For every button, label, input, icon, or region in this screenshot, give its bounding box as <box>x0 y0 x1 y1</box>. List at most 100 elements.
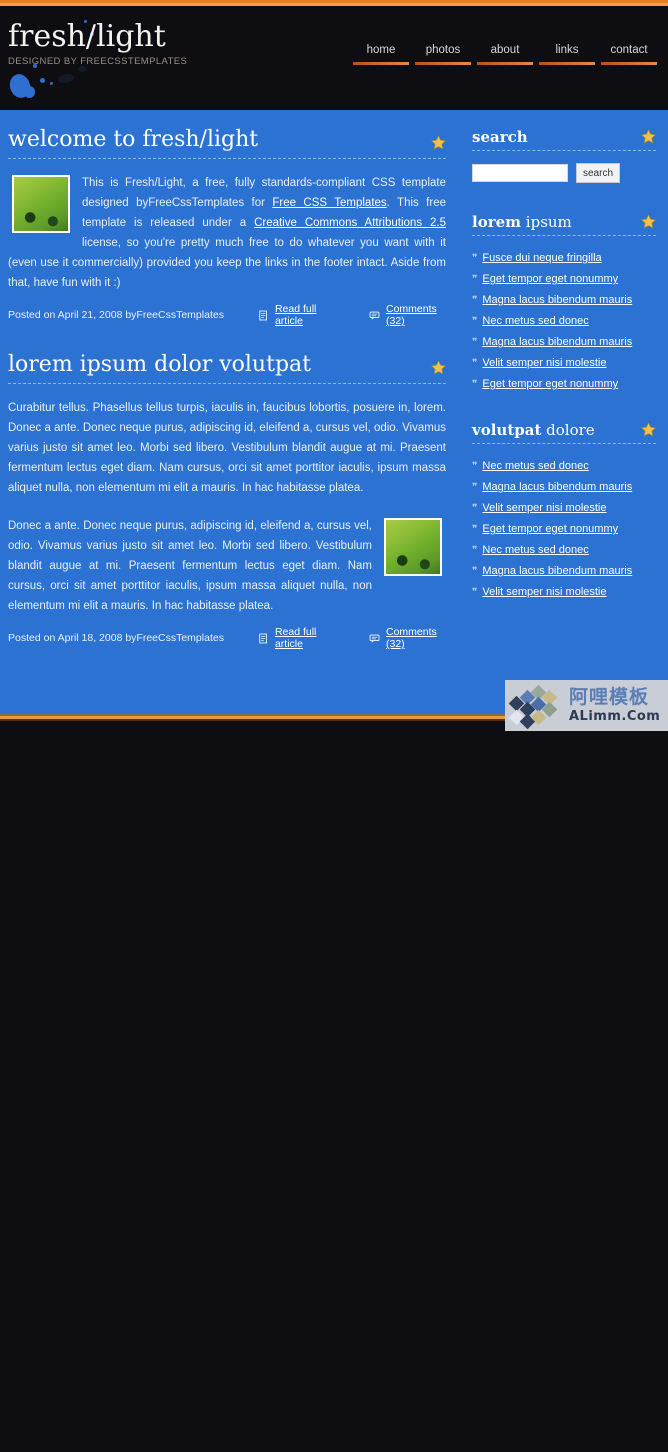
sidebar-list-lorem-ipsum: ❞ Fusce dui neque fringilla ❞ Eget tempor … <box>472 248 656 395</box>
nav-item-contact[interactable]: contact <box>598 44 660 65</box>
nav-label: about <box>490 44 520 56</box>
comment-bubble-icon <box>369 311 380 320</box>
post-title: lorem ipsum dolor volutpat <box>8 352 311 378</box>
list-item[interactable]: ❞ Fusce dui neque fringilla <box>472 248 656 269</box>
nav-item-links[interactable]: links <box>536 44 598 65</box>
bullet-icon: ❞ <box>472 274 477 285</box>
post-paragraph-1: Curabitur tellus. Phasellus tellus turpi… <box>8 402 446 495</box>
list-item[interactable]: ❞ Nec metus sed donec <box>472 540 656 561</box>
creative-commons-link[interactable]: Creative Commons Attributions 2.5 <box>254 217 446 229</box>
list-item-link[interactable]: Nec metus sed donec <box>482 456 588 476</box>
list-item-link[interactable]: Nec metus sed donec <box>482 311 588 331</box>
star-icon <box>641 422 656 437</box>
search-button[interactable]: search <box>576 163 621 183</box>
list-item[interactable]: ❞ Magna lacus bibendum mauris <box>472 290 656 311</box>
bullet-icon: ❞ <box>472 566 477 577</box>
comments-link[interactable]: Comments (32) <box>369 626 446 650</box>
site-footer <box>0 721 668 1452</box>
sidebar-section-title-rest: dolore <box>541 421 595 439</box>
search-form: search <box>472 163 656 183</box>
paint-splatter-icon <box>40 78 45 83</box>
comment-bubble-icon <box>369 634 380 643</box>
bullet-icon: ❞ <box>472 482 477 493</box>
nav-underline <box>539 62 595 65</box>
logo-title: fresh/light <box>8 19 166 54</box>
bullet-icon: ❞ <box>472 587 477 598</box>
list-item-link[interactable]: Magna lacus bibendum mauris <box>482 477 632 497</box>
list-item-link[interactable]: Velit semper nisi molestie <box>482 498 606 518</box>
comments-link[interactable]: Comments (32) <box>369 303 446 327</box>
list-item[interactable]: ❞ Velit semper nisi molestie <box>472 498 656 519</box>
bullet-icon: ❞ <box>472 379 477 390</box>
watermark-english-text: ALimm.Com <box>569 709 661 724</box>
sidebar-list-volutpat-dolore: ❞ Nec metus sed donec ❞ Magna lacus bibend… <box>472 456 656 603</box>
list-item-link[interactable]: Velit semper nisi molestie <box>482 582 606 602</box>
site-logo[interactable]: fresh/light DESIGNED BY FREECSSTEMPLATES <box>8 19 308 68</box>
sidebar-section-title: lorem ipsum <box>472 213 572 231</box>
bullet-icon: ❞ <box>472 316 477 327</box>
nav-item-photos[interactable]: photos <box>412 44 474 65</box>
document-icon <box>259 310 267 321</box>
read-full-article-link[interactable]: Read full article <box>258 303 335 327</box>
nav-underline <box>353 62 409 65</box>
bullet-icon: ❞ <box>472 524 477 535</box>
list-item[interactable]: ❞ Velit semper nisi molestie <box>472 582 656 603</box>
page-body: welcome to fresh/light This is Fresh/Lig… <box>0 110 668 714</box>
post-title: welcome to fresh/light <box>8 127 259 152</box>
search-input[interactable] <box>472 164 568 182</box>
post-text-part-3: license, so you're pretty much free to d… <box>8 237 446 290</box>
list-item-link[interactable]: Nec metus sed donec <box>482 540 588 560</box>
list-item-link[interactable]: Magna lacus bibendum mauris <box>482 332 632 352</box>
logo-tagline: DESIGNED BY FREECSSTEMPLATES <box>8 56 188 67</box>
post-paragraph-2: Donec a ante. Donec neque purus, adipisc… <box>8 520 372 613</box>
star-icon <box>431 360 446 375</box>
list-item[interactable]: ❞ Magna lacus bibendum mauris <box>472 332 656 353</box>
sidebar-section-title-bold: lorem <box>472 213 522 231</box>
list-item-link[interactable]: Magna lacus bibendum mauris <box>482 561 632 581</box>
post-header: lorem ipsum dolor volutpat <box>8 352 446 385</box>
list-item[interactable]: ❞ Magna lacus bibendum mauris <box>472 561 656 582</box>
list-item[interactable]: ❞ Nec metus sed donec <box>472 456 656 477</box>
bullet-icon: ❞ <box>472 503 477 514</box>
post-thumbnail-leaf-image <box>12 175 70 234</box>
post-posted-on: Posted on April 18, 2008 byFreeCssTempla… <box>8 632 224 645</box>
list-item[interactable]: ❞ Eget tempor eget nonummy <box>472 519 656 540</box>
nav-item-home[interactable]: home <box>350 44 412 65</box>
sidebar: search search lorem ipsum ❞ Fusce dui neq… <box>460 110 668 714</box>
list-item[interactable]: ❞ Eget tempor eget nonummy <box>472 374 656 395</box>
sidebar-search-title: search <box>472 128 528 146</box>
list-item[interactable]: ❞ Nec metus sed donec <box>472 311 656 332</box>
list-item-link[interactable]: Velit semper nisi molestie <box>482 353 606 373</box>
paint-splatter-icon <box>50 82 53 85</box>
list-item-link[interactable]: Eget tempor eget nonummy <box>482 374 618 394</box>
sidebar-section-volutpat-dolore-header: volutpat dolore <box>472 421 656 444</box>
nav-label: photos <box>425 44 461 56</box>
document-icon <box>259 633 267 644</box>
read-full-article-link[interactable]: Read full article <box>258 626 335 650</box>
bullet-icon: ❞ <box>472 545 477 556</box>
list-item-link[interactable]: Eget tempor eget nonummy <box>482 269 618 289</box>
list-item-link[interactable]: Fusce dui neque fringilla <box>482 248 601 268</box>
sidebar-section-title-bold: volutpat <box>472 421 542 439</box>
watermark-text: 阿哩模板 ALimm.Com <box>569 688 661 724</box>
list-item-link[interactable]: Eget tempor eget nonummy <box>482 519 618 539</box>
free-css-templates-link[interactable]: Free CSS Templates <box>272 197 386 209</box>
list-item[interactable]: ❞ Velit semper nisi molestie <box>472 353 656 374</box>
paint-splatter-icon <box>24 86 35 98</box>
nav-label: contact <box>610 44 648 56</box>
sidebar-search-header: search <box>472 128 656 151</box>
post-welcome: welcome to fresh/light This is Fresh/Lig… <box>8 127 446 327</box>
list-item[interactable]: ❞ Magna lacus bibendum mauris <box>472 477 656 498</box>
nav-item-about[interactable]: about <box>474 44 536 65</box>
main-content: welcome to fresh/light This is Fresh/Lig… <box>0 110 460 714</box>
main-navigation: home photos about links contact <box>350 44 660 65</box>
sidebar-search-title-text: search <box>472 128 528 146</box>
list-item[interactable]: ❞ Eget tempor eget nonummy <box>472 269 656 290</box>
nav-underline <box>601 62 657 65</box>
list-item-link[interactable]: Magna lacus bibendum mauris <box>482 290 632 310</box>
post-lorem-ipsum: lorem ipsum dolor volutpat Curabitur tel… <box>8 352 446 650</box>
star-icon <box>431 135 446 150</box>
post-meta: Posted on April 18, 2008 byFreeCssTempla… <box>8 626 446 650</box>
bullet-icon: ❞ <box>472 337 477 348</box>
